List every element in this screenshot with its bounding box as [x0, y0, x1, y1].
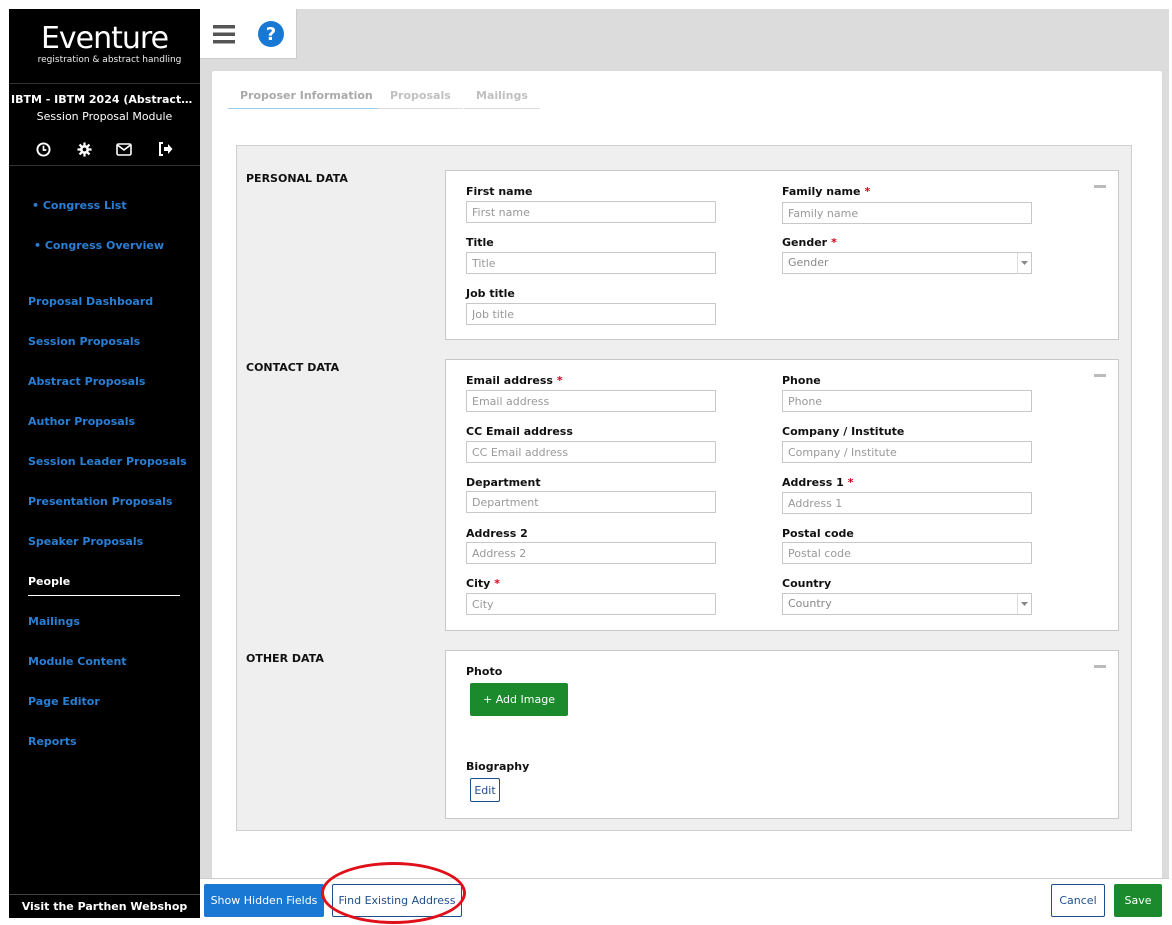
personal-data-panel: First name Family name* Title Gender* Ge…: [445, 170, 1119, 340]
show-hidden-fields-button[interactable]: Show Hidden Fields: [204, 884, 324, 917]
sidebar-divider: [9, 83, 200, 84]
contact-data-panel: Email address* Phone CC Email address Co…: [445, 359, 1119, 631]
required-marker: *: [556, 374, 563, 387]
app-window: Eventure registration & abstract handlin…: [9, 9, 1169, 918]
logo-brand: Eventure: [40, 21, 169, 56]
sidebar: Eventure registration & abstract handlin…: [9, 9, 200, 918]
department-input[interactable]: [466, 491, 716, 513]
country-select[interactable]: Country: [782, 593, 1032, 615]
eventure-logo[interactable]: Eventure registration & abstract handlin…: [9, 21, 200, 66]
postal-code-input[interactable]: [782, 542, 1032, 564]
proposer-form: PERSONAL DATA First name Family name* Ti…: [236, 145, 1132, 831]
first-name-label: First name: [466, 185, 533, 198]
sidebar-item-mailings[interactable]: Mailings: [28, 615, 80, 628]
job-title-label: Job title: [466, 287, 515, 300]
email-input[interactable]: [466, 390, 716, 412]
required-marker: *: [494, 577, 501, 590]
phone-label: Phone: [782, 374, 821, 387]
department-label: Department: [466, 476, 541, 489]
sidebar-item-author-proposals[interactable]: Author Proposals: [28, 415, 135, 428]
edit-biography-button[interactable]: Edit: [470, 778, 500, 802]
main-card: Proposer Information Proposals Mailings …: [211, 70, 1163, 918]
address2-label: Address 2: [466, 527, 528, 540]
add-image-button[interactable]: + Add Image: [470, 683, 568, 716]
required-marker: *: [864, 185, 871, 198]
other-data-panel: Photo + Add Image Biography Edit: [445, 650, 1119, 819]
webshop-link[interactable]: Visit the Parthen Webshop: [9, 894, 200, 918]
collapse-icon[interactable]: [1094, 665, 1106, 668]
chevron-down-icon: [1017, 594, 1031, 614]
bottom-action-bar: Show Hidden Fields Find Existing Address…: [200, 878, 1169, 918]
cc-email-label: CC Email address: [466, 425, 573, 438]
sidebar-item-congress-list[interactable]: • Congress List: [32, 199, 127, 212]
family-name-input[interactable]: [782, 202, 1032, 224]
sidebar-item-reports[interactable]: Reports: [28, 735, 77, 748]
sidebar-item-module-content[interactable]: Module Content: [28, 655, 127, 668]
title-input[interactable]: [466, 252, 716, 274]
collapse-icon[interactable]: [1094, 374, 1106, 377]
sidebar-item-proposal-dashboard[interactable]: Proposal Dashboard: [28, 295, 153, 308]
gender-label: Gender *: [782, 236, 837, 249]
sidebar-item-speaker-proposals[interactable]: Speaker Proposals: [28, 535, 143, 548]
logout-icon[interactable]: [155, 139, 175, 159]
address2-input[interactable]: [466, 542, 716, 564]
email-label: Email address *: [466, 374, 563, 387]
tab-mailings[interactable]: Mailings: [464, 85, 540, 109]
help-icon[interactable]: ?: [258, 21, 284, 47]
title-label: Title: [466, 236, 494, 249]
sidebar-item-page-editor[interactable]: Page Editor: [28, 695, 100, 708]
logo-tagline: registration & abstract handling: [37, 55, 182, 65]
sidebar-divider: [9, 165, 200, 166]
family-name-label: Family name *: [782, 185, 871, 198]
phone-input[interactable]: [782, 390, 1032, 412]
hamburger-menu-icon[interactable]: [212, 22, 236, 46]
job-title-input[interactable]: [466, 303, 716, 325]
company-label: Company / Institute: [782, 425, 905, 438]
chevron-down-icon: [1017, 253, 1031, 273]
gender-select[interactable]: Gender: [782, 252, 1032, 274]
address1-label: Address 1 *: [782, 476, 854, 489]
section-label-contact-data: CONTACT DATA: [246, 361, 340, 374]
section-label-personal-data: PERSONAL DATA: [246, 172, 348, 185]
tab-proposals[interactable]: Proposals: [378, 85, 463, 109]
gear-icon[interactable]: [74, 139, 94, 159]
congress-title: IBTM - IBTM 2024 (Abstracts & Par...: [11, 93, 200, 106]
module-name: Session Proposal Module: [36, 110, 173, 123]
find-existing-address-button[interactable]: Find Existing Address: [332, 884, 462, 917]
photo-label: Photo: [466, 665, 503, 678]
cc-email-input[interactable]: [466, 441, 716, 463]
postal-code-label: Postal code: [782, 527, 854, 540]
required-marker: *: [831, 236, 837, 249]
cancel-button[interactable]: Cancel: [1051, 884, 1105, 917]
top-toolbar: ?: [200, 9, 297, 59]
biography-label: Biography: [466, 760, 530, 773]
sidebar-item-session-proposals[interactable]: Session Proposals: [28, 335, 140, 348]
section-label-other-data: OTHER DATA: [246, 652, 324, 665]
sidebar-item-abstract-proposals[interactable]: Abstract Proposals: [28, 375, 145, 388]
collapse-icon[interactable]: [1094, 185, 1106, 188]
required-marker: *: [847, 476, 854, 489]
sidebar-item-people[interactable]: People: [28, 575, 70, 588]
country-label: Country: [782, 577, 832, 590]
sidebar-icon-bar: [9, 139, 200, 159]
tab-proposer-information[interactable]: Proposer Information: [228, 85, 385, 109]
company-input[interactable]: [782, 441, 1032, 463]
sidebar-item-congress-overview[interactable]: • Congress Overview: [34, 239, 164, 252]
active-item-underline: [28, 595, 180, 596]
sidebar-item-presentation-proposals[interactable]: Presentation Proposals: [28, 495, 172, 508]
city-label: City *: [466, 577, 501, 590]
clock-icon[interactable]: [33, 139, 53, 159]
address1-input[interactable]: [782, 492, 1032, 514]
mail-icon[interactable]: [114, 139, 134, 159]
city-input[interactable]: [466, 593, 716, 615]
sidebar-item-session-leader-proposals[interactable]: Session Leader Proposals: [28, 455, 187, 468]
save-button[interactable]: Save: [1114, 884, 1162, 917]
country-select-value: Country: [788, 597, 832, 610]
first-name-input[interactable]: [466, 201, 716, 223]
gender-select-value: Gender: [788, 256, 829, 269]
